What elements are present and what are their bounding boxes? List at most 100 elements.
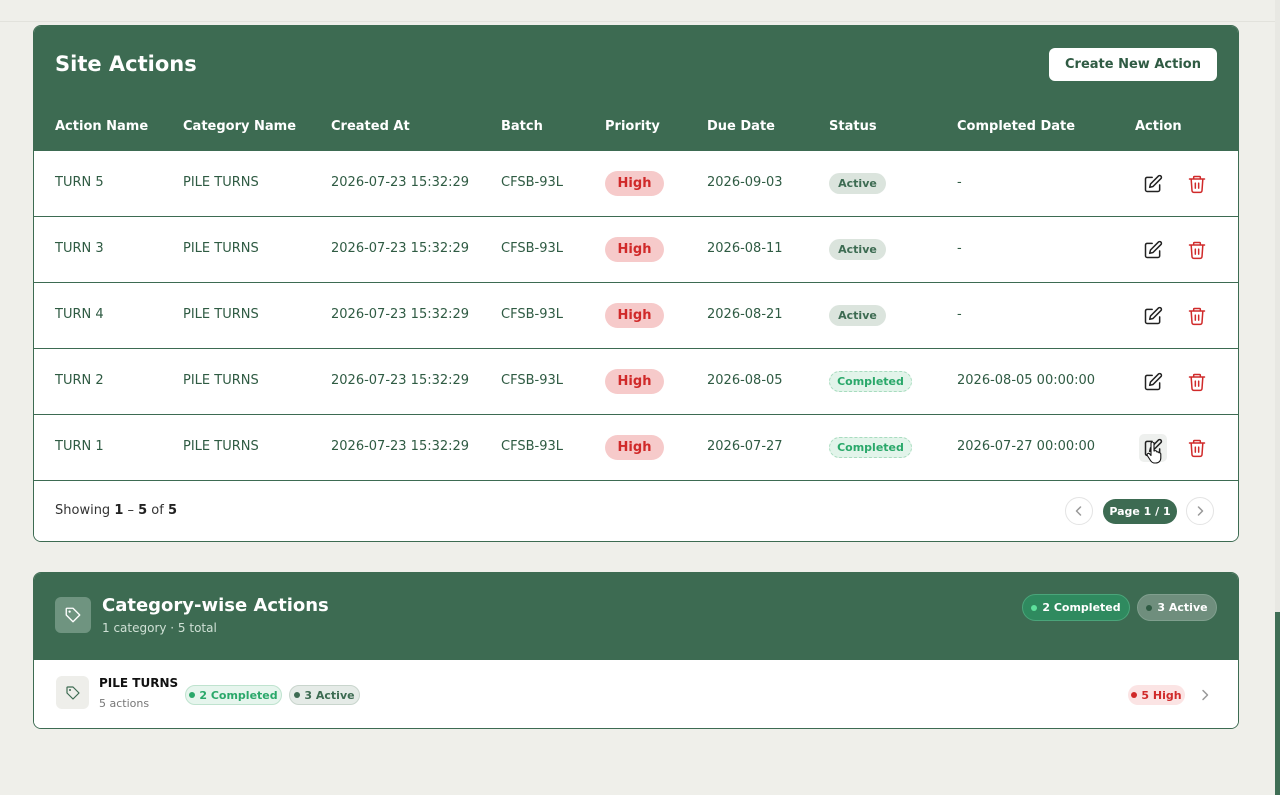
category-name-cell: PILE TURNS — [183, 241, 259, 256]
priority-badge: High — [605, 171, 664, 196]
batch-cell: CFSB-93L — [501, 373, 563, 388]
category-high-label: 5 High — [1141, 688, 1182, 702]
status-badge: Completed — [829, 371, 912, 392]
action-name-cell: TURN 2 — [55, 373, 104, 388]
category-high-badge: 5 High — [1128, 685, 1185, 705]
category-tag-icon-box — [55, 597, 91, 633]
status-badge: Completed — [829, 437, 912, 458]
page-title: Site Actions — [55, 52, 197, 76]
range-start: 1 — [114, 503, 124, 518]
action-name-cell: TURN 5 — [55, 175, 104, 190]
delete-button[interactable] — [1183, 302, 1211, 330]
column-header-action: Action — [1135, 119, 1182, 134]
edit-icon — [1143, 306, 1163, 326]
status-badge: Active — [829, 173, 886, 194]
edit-button[interactable] — [1139, 236, 1167, 264]
tag-icon — [65, 685, 80, 700]
action-name-cell: TURN 1 — [55, 439, 104, 454]
site-actions-header: Site Actions Create New Action Action Na… — [34, 26, 1238, 151]
of-text: of — [147, 503, 168, 518]
column-header-priority[interactable]: Priority — [605, 119, 660, 134]
due-date-cell: 2026-08-05 — [707, 373, 783, 388]
active-dot-icon — [1146, 604, 1153, 611]
chevron-left-icon — [1075, 506, 1082, 516]
site-actions-card: Site Actions Create New Action Action Na… — [33, 25, 1239, 542]
priority-badge: High — [605, 435, 664, 460]
priority-badge: High — [605, 369, 664, 394]
column-header-created-at[interactable]: Created At — [331, 119, 410, 134]
showing-count: Showing 1 – 5 of 5 — [55, 503, 177, 518]
created-at-cell: 2026-07-23 15:32:29 — [331, 175, 470, 190]
range-end: 5 — [138, 503, 148, 518]
trash-icon — [1187, 438, 1207, 458]
table-row: TURN 5 PILE TURNS 2026-07-23 15:32:29 CFSB-… — [34, 151, 1238, 217]
column-header-category-name[interactable]: Category Name — [183, 119, 296, 134]
category-section-subtitle: 1 category · 5 total — [102, 621, 217, 635]
edit-button[interactable] — [1139, 170, 1167, 198]
category-row-pile-turns[interactable]: PILE TURNS 5 actions 2 Completed 3 Activ… — [34, 660, 1238, 728]
action-name-cell: TURN 4 — [55, 307, 104, 322]
chevron-right-icon — [1197, 506, 1204, 516]
delete-button[interactable] — [1183, 434, 1211, 462]
completed-total-badge: 2 Completed — [1022, 594, 1130, 621]
created-at-cell: 2026-07-23 15:32:29 — [331, 241, 470, 256]
column-header-batch[interactable]: Batch — [501, 119, 543, 134]
trash-icon — [1187, 174, 1207, 194]
trash-icon — [1187, 240, 1207, 260]
category-row-tag-box — [56, 676, 89, 709]
status-badge: Active — [829, 239, 886, 260]
active-dot-icon — [294, 692, 301, 698]
edit-button[interactable] — [1139, 302, 1167, 330]
chevron-right-icon[interactable] — [1197, 687, 1213, 703]
previous-page-button[interactable] — [1065, 497, 1093, 525]
column-header-action-name[interactable]: Action Name — [55, 119, 148, 134]
category-header: Category-wise Actions 1 category · 5 tot… — [34, 573, 1238, 660]
table-row: TURN 2 PILE TURNS 2026-07-23 15:32:29 CFSB-… — [34, 349, 1238, 415]
edit-icon — [1143, 174, 1163, 194]
category-completed-badge: 2 Completed — [185, 685, 282, 705]
created-at-cell: 2026-07-23 15:32:29 — [331, 439, 470, 454]
page-indicator: Page 1 / 1 — [1103, 499, 1177, 524]
delete-button[interactable] — [1183, 368, 1211, 396]
priority-badge: High — [605, 237, 664, 262]
category-name-cell: PILE TURNS — [183, 373, 259, 388]
completed-total-label: 2 Completed — [1042, 601, 1121, 614]
next-page-button[interactable] — [1186, 497, 1214, 525]
due-date-cell: 2026-08-21 — [707, 307, 783, 322]
active-total-badge: 3 Active — [1137, 594, 1217, 621]
showing-prefix: Showing — [55, 503, 115, 518]
due-date-cell: 2026-07-27 — [707, 439, 783, 454]
category-name-cell: PILE TURNS — [183, 307, 259, 322]
action-name-cell: TURN 3 — [55, 241, 104, 256]
delete-button[interactable] — [1183, 170, 1211, 198]
batch-cell: CFSB-93L — [501, 175, 563, 190]
hand-pointer-icon — [1146, 441, 1162, 464]
create-new-action-button[interactable]: Create New Action — [1049, 48, 1217, 81]
edit-icon — [1143, 372, 1163, 392]
category-completed-label: 2 Completed — [199, 688, 278, 702]
category-section-title: Category-wise Actions — [102, 595, 329, 616]
completed-date-cell: 2026-07-27 00:00:00 — [957, 439, 1096, 454]
edit-button[interactable] — [1139, 368, 1167, 396]
edit-icon — [1143, 240, 1163, 260]
batch-cell: CFSB-93L — [501, 439, 563, 454]
scrollbar-thumb[interactable] — [1275, 612, 1280, 795]
trash-icon — [1187, 306, 1207, 326]
range-sep: – — [123, 503, 139, 518]
created-at-cell: 2026-07-23 15:32:29 — [331, 307, 470, 322]
completed-date-cell: - — [957, 241, 962, 256]
delete-button[interactable] — [1183, 236, 1211, 264]
category-wise-actions-card: Category-wise Actions 1 category · 5 tot… — [33, 572, 1239, 729]
status-badge: Active — [829, 305, 886, 326]
category-name-cell: PILE TURNS — [183, 175, 259, 190]
created-at-cell: 2026-07-23 15:32:29 — [331, 373, 470, 388]
table-footer: Showing 1 – 5 of 5 Page 1 / 1 — [34, 481, 1238, 541]
column-header-due-date[interactable]: Due Date — [707, 119, 775, 134]
category-name-cell: PILE TURNS — [183, 439, 259, 454]
column-header-completed-date[interactable]: Completed Date — [957, 119, 1075, 134]
top-edge — [0, 0, 1275, 22]
column-header-status[interactable]: Status — [829, 119, 877, 134]
table-row: TURN 1 PILE TURNS 2026-07-23 15:32:29 CFSB-… — [34, 415, 1238, 481]
table-row: TURN 4 PILE TURNS 2026-07-23 15:32:29 CFSB-… — [34, 283, 1238, 349]
trash-icon — [1187, 372, 1207, 392]
